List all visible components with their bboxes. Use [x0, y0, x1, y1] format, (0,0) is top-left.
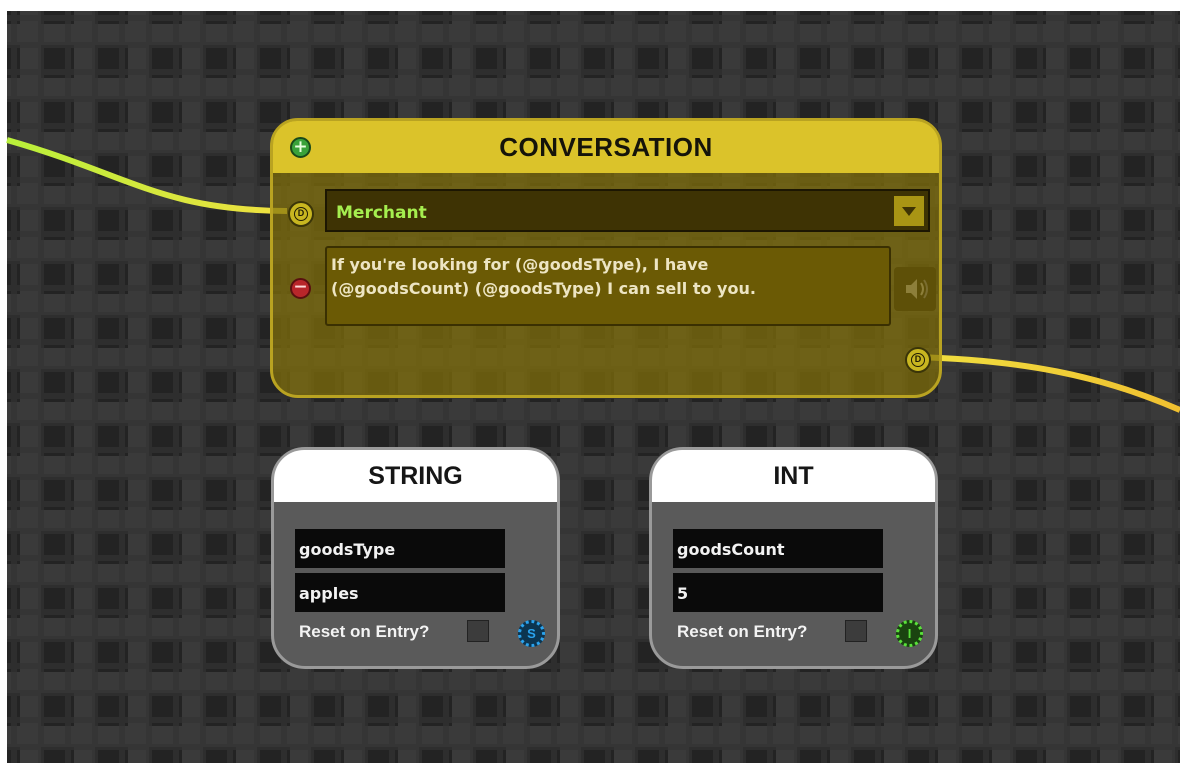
- speaker-dropdown[interactable]: Merchant: [325, 189, 930, 232]
- int-node-header[interactable]: INT: [652, 450, 935, 502]
- dialogue-text: If you're looking for (@goodsType), I ha…: [331, 255, 756, 298]
- variable-name-field[interactable]: goodsType: [295, 529, 505, 568]
- speaker-value: Merchant: [336, 203, 427, 223]
- chevron-down-icon[interactable]: [894, 196, 924, 226]
- dialogue-textarea[interactable]: If you're looking for (@goodsType), I ha…: [325, 246, 891, 326]
- variable-name-field[interactable]: goodsCount: [673, 529, 883, 568]
- string-node-header[interactable]: STRING: [274, 450, 557, 502]
- int-type-icon: I: [896, 620, 923, 647]
- output-wire: [915, 354, 1180, 413]
- int-node[interactable]: INT goodsCount 5 Reset on Entry? I: [649, 447, 938, 669]
- reset-checkbox[interactable]: [845, 620, 867, 642]
- reset-label: Reset on Entry?: [677, 622, 808, 641]
- input-wire: [6, 137, 288, 214]
- reset-label: Reset on Entry?: [299, 622, 430, 641]
- reset-checkbox[interactable]: [467, 620, 489, 642]
- node-title: INT: [773, 461, 814, 490]
- string-node[interactable]: STRING goodsType apples Reset on Entry? …: [271, 447, 560, 669]
- conversation-header[interactable]: CONVERSATION: [273, 121, 939, 173]
- plus-icon[interactable]: +: [290, 137, 311, 158]
- string-type-icon: S: [518, 620, 545, 647]
- speaker-icon: [906, 279, 928, 299]
- audio-button[interactable]: [894, 267, 936, 311]
- node-title: STRING: [368, 461, 463, 490]
- input-port-icon[interactable]: [288, 201, 314, 227]
- variable-value-field[interactable]: 5: [673, 573, 883, 612]
- minus-icon[interactable]: −: [290, 278, 311, 299]
- node-title: CONVERSATION: [499, 131, 713, 162]
- conversation-node[interactable]: CONVERSATION + Merchant − If you're look…: [270, 118, 942, 398]
- variable-value-field[interactable]: apples: [295, 573, 505, 612]
- output-port-icon[interactable]: [905, 347, 931, 373]
